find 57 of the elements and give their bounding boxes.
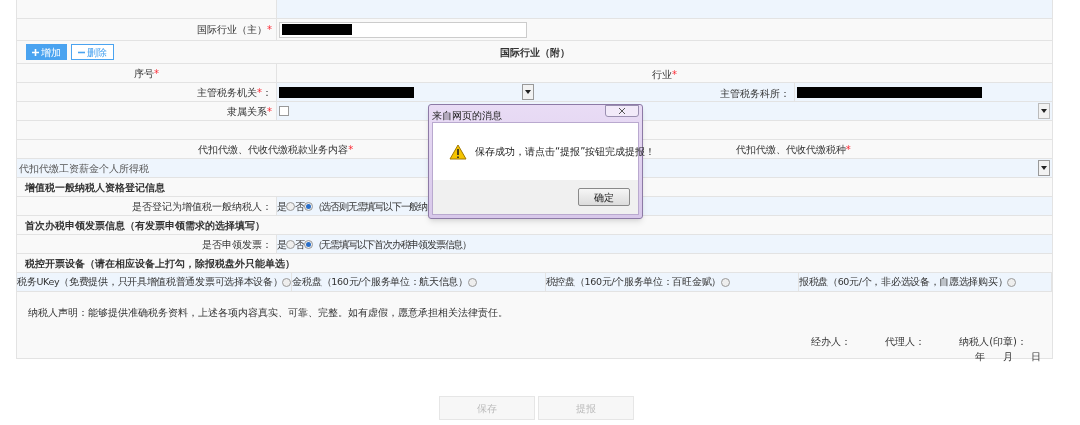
radio-button[interactable] [282,277,292,287]
caret-icon [1041,109,1047,113]
dropdown-button[interactable] [1038,103,1050,119]
dropdown-value: 代扣代缴工资薪金个人所得税 [19,161,149,176]
dialog-message: 保存成功，请点击“提报”按钮完成提报！ [475,145,656,159]
radio-button[interactable] [285,201,295,211]
field-label: 国际行业（主）* [197,24,272,35]
field-label: 是否登记为增值税一般纳税人： [132,200,272,212]
radio-button[interactable] [721,277,730,287]
device-label: 报税盘（60元/个，非必选设备，自愿选择购买） [798,274,1008,289]
device-label: 税务UKey（免费提供，只开具增值税普通发票可选择本设备） [17,274,283,289]
field-label: 主管税务机关*： [197,86,272,98]
field-label: 代扣代缴、代收代缴税种* [735,143,851,155]
field-label: 是否申领发票： [202,238,272,250]
dialog-title: 来自网页的消息 [432,109,502,123]
radio-button[interactable] [285,239,295,249]
field-label: 代扣代缴、代收代缴税款业务内容* [198,143,354,155]
radio-button[interactable] [467,277,477,287]
radio-label: 是 [277,199,286,214]
declaration-text: 纳税人声明：能够提供准确税务资料，上述各项内容真实、可靠、完整。如有虚假，愿意承担相关法律责任。 [28,306,509,320]
add-button[interactable]: 增加 [26,44,67,60]
checkbox[interactable] [279,106,289,116]
field-label: 主管税务科所： [720,88,790,99]
close-icon [618,108,626,114]
radio-button[interactable] [303,239,313,249]
device-label: 金税盘（160元/个服务单位：航天信息） [292,274,468,289]
radio-label: 否 [294,237,304,252]
caret-icon [525,90,531,94]
radio-button[interactable] [1007,277,1017,287]
radio-label: 否 [294,199,304,214]
hint-text: （选否则无需填写以下一般纳 [312,199,428,214]
date-label: 年 [975,350,985,364]
radio-button[interactable] [303,201,313,211]
field-label: 隶属关系* [227,105,272,117]
device-label: 税控盘（160元/个服务单位：百旺金赋） [545,274,721,289]
signature-label: 代理人： [885,335,926,349]
dropdown-button[interactable] [1038,160,1050,176]
hint-text: （无需填写以下首次办税申领发票信息） [312,237,472,252]
section-title: 首次办税申领发票信息（有发票申领需求的选择填写） [25,218,265,233]
radio-label: 是 [277,237,286,252]
date-label: 月 [1003,350,1013,364]
delete-button[interactable]: 删除 [71,44,114,60]
close-button[interactable] [605,105,639,117]
section-title: 税控开票设备（请在相应设备上打勾，除报税盘外只能单选） [25,256,295,271]
section-title: 国际行业（附） [499,46,570,58]
date-label: 日 [1031,350,1041,364]
signature-label: 纳税人(印章)： [959,335,1027,349]
ok-button[interactable]: 确定 [578,188,630,206]
plus-icon [32,48,39,56]
caret-icon [1041,166,1047,170]
dropdown-button[interactable] [522,84,534,100]
input-field[interactable] [279,21,527,38]
signature-label: 经办人： [811,335,852,349]
warning-icon [449,143,467,160]
field-label: 序号* [134,67,159,79]
field-label: 行业* [652,69,677,80]
section-title: 增值税一般纳税人资格登记信息 [25,180,165,195]
